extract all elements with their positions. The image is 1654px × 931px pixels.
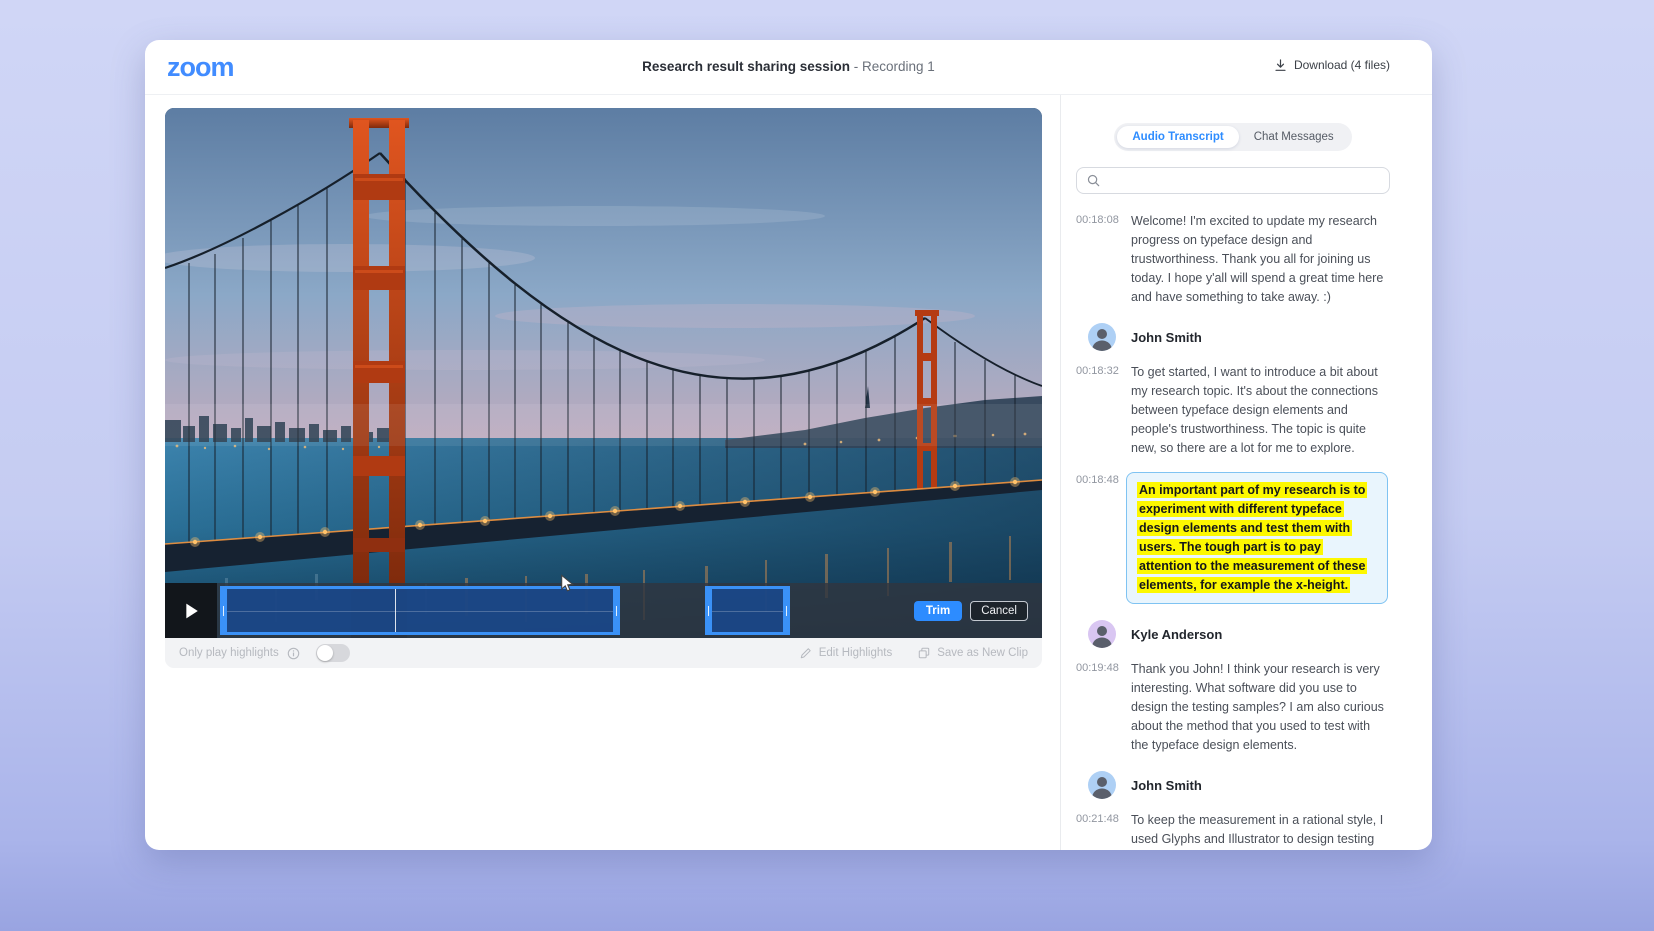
playhead-line <box>395 589 396 632</box>
trim-segment-1[interactable] <box>220 586 620 635</box>
play-button[interactable] <box>165 583 217 638</box>
cancel-button[interactable]: Cancel <box>970 601 1028 621</box>
recording-label: - Recording 1 <box>850 59 935 74</box>
main-area: Trim Cancel Only play highlights <box>145 95 1060 850</box>
transcript-sidebar: Audio Transcript Chat Messages 00:18:08 … <box>1060 95 1432 850</box>
speaker-name: Kyle Anderson <box>1131 627 1222 642</box>
video-frame[interactable]: Trim Cancel <box>165 108 1042 638</box>
avatar <box>1088 323 1116 351</box>
timestamp[interactable]: 00:21:48 <box>1076 811 1126 850</box>
speaker-row: Kyle Anderson <box>1076 620 1390 648</box>
transcript-message-row[interactable]: 00:18:32 To get started, I want to intro… <box>1076 363 1390 458</box>
save-as-new-clip-button[interactable]: Save as New Clip <box>918 647 1028 659</box>
video-content-bridge-scene <box>165 108 1042 638</box>
timestamp[interactable]: 00:19:48 <box>1076 660 1126 755</box>
trim-handle-left[interactable] <box>220 586 227 635</box>
highlighted-message-box[interactable]: An important part of my research is to e… <box>1126 472 1388 604</box>
edit-highlights-label: Edit Highlights <box>819 647 893 659</box>
only-play-highlights-label: Only play highlights <box>179 647 279 659</box>
person-icon <box>1088 771 1116 799</box>
transcript-list: 00:18:08 Welcome! I'm excited to update … <box>1076 212 1390 850</box>
transcript-message-row[interactable]: 00:19:48 Thank you John! I think your re… <box>1076 660 1390 755</box>
toggle-knob <box>317 645 333 661</box>
search-icon <box>1087 174 1100 187</box>
save-as-new-clip-label: Save as New Clip <box>937 647 1028 659</box>
speaker-row: John Smith <box>1076 323 1390 351</box>
edit-highlights-button[interactable]: Edit Highlights <box>800 647 893 659</box>
avatar <box>1088 771 1116 799</box>
person-icon <box>1088 620 1116 648</box>
recording-window: zoom Research result sharing session - R… <box>145 40 1432 850</box>
sidebar-tabs: Audio Transcript Chat Messages <box>1114 123 1351 151</box>
transcript-message-row[interactable]: 00:18:08 Welcome! I'm excited to update … <box>1076 212 1390 307</box>
copy-icon <box>918 647 930 659</box>
pencil-icon <box>800 647 812 659</box>
trim-timeline-bar: Trim Cancel <box>165 583 1042 638</box>
download-icon <box>1274 59 1287 72</box>
play-icon <box>184 603 199 619</box>
transcript-search[interactable] <box>1076 167 1390 194</box>
session-title: Research result sharing session <box>642 59 850 74</box>
download-button[interactable]: Download (4 files) <box>1274 58 1390 72</box>
speaker-row: John Smith <box>1076 771 1390 799</box>
player-options-bar: Only play highlights Edit Highlights Sav… <box>165 638 1042 668</box>
header: zoom Research result sharing session - R… <box>145 40 1432 95</box>
page-title: Research result sharing session - Record… <box>145 59 1432 74</box>
segment-midline <box>712 611 783 612</box>
timestamp[interactable]: 00:18:48 <box>1076 472 1126 604</box>
segment-midline <box>227 611 613 612</box>
info-icon[interactable] <box>287 647 300 660</box>
trim-segment-2[interactable] <box>705 586 790 635</box>
download-label: Download (4 files) <box>1294 58 1390 72</box>
person-icon <box>1088 323 1116 351</box>
highlighted-message-text: An important part of my research is to e… <box>1137 482 1367 593</box>
trim-handle-right[interactable] <box>613 586 620 635</box>
avatar <box>1088 620 1116 648</box>
message-text: Welcome! I'm excited to update my resear… <box>1131 212 1388 307</box>
transcript-message-row[interactable]: 00:21:48 To keep the measurement in a ra… <box>1076 811 1390 850</box>
trim-button[interactable]: Trim <box>914 601 962 621</box>
message-text: To get started, I want to introduce a bi… <box>1131 363 1388 458</box>
message-text: Thank you John! I think your research is… <box>1131 660 1388 755</box>
speaker-name: John Smith <box>1131 778 1202 793</box>
timestamp[interactable]: 00:18:32 <box>1076 363 1126 458</box>
video-player: Trim Cancel Only play highlights <box>165 108 1042 668</box>
tab-audio-transcript[interactable]: Audio Transcript <box>1117 126 1238 148</box>
only-play-highlights-toggle[interactable] <box>316 644 350 662</box>
tab-chat-messages[interactable]: Chat Messages <box>1239 126 1349 148</box>
trim-handle-left[interactable] <box>705 586 712 635</box>
trim-handle-right[interactable] <box>783 586 790 635</box>
message-text: To keep the measurement in a rational st… <box>1131 811 1388 850</box>
search-input[interactable] <box>1108 174 1379 188</box>
transcript-highlighted-row[interactable]: 00:18:48 An important part of my researc… <box>1076 472 1390 604</box>
timestamp[interactable]: 00:18:08 <box>1076 212 1126 307</box>
speaker-name: John Smith <box>1131 330 1202 345</box>
